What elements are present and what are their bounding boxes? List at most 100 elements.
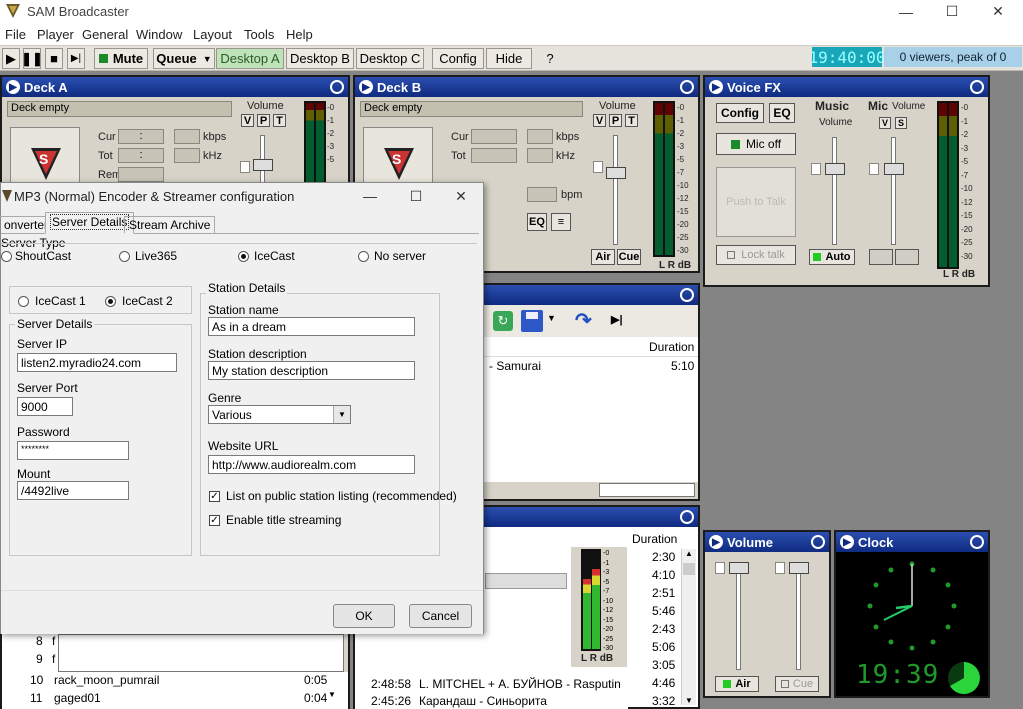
refresh-list-icon[interactable]: ↻ <box>493 311 513 331</box>
list-public-checkbox[interactable]: ✓ <box>209 491 220 502</box>
t-button[interactable]: T <box>625 114 638 127</box>
desktop-a-button[interactable]: Desktop A <box>216 48 284 69</box>
mic-cue-toggle[interactable] <box>895 249 919 265</box>
deck-b-air-button[interactable]: Air <box>591 249 615 265</box>
master-volume-slider-right[interactable] <box>789 562 809 574</box>
maximize-button[interactable]: ☐ <box>929 0 975 23</box>
ok-button[interactable]: OK <box>333 604 395 628</box>
refresh-icon[interactable] <box>811 535 825 549</box>
dialog-close-button[interactable]: ✕ <box>439 183 483 209</box>
master-volume-track-left[interactable] <box>736 564 741 670</box>
mic-volume-slider[interactable] <box>884 163 904 175</box>
pause-icon[interactable]: ❚❚ <box>21 48 43 69</box>
menu-general[interactable]: General <box>82 27 128 42</box>
refresh-icon[interactable] <box>680 288 694 302</box>
master-balance-left[interactable] <box>715 562 725 574</box>
music-balance[interactable] <box>811 163 821 175</box>
next-icon[interactable]: ▶| <box>67 48 85 69</box>
t-button[interactable]: T <box>273 114 286 127</box>
icecast-1-label[interactable]: IceCast 1 <box>35 294 86 308</box>
chevron-down-icon[interactable]: ▼ <box>547 313 556 323</box>
title-streaming-label[interactable]: Enable title streaming <box>226 513 341 527</box>
cancel-button[interactable]: Cancel <box>409 604 472 628</box>
refresh-icon[interactable] <box>680 510 694 524</box>
deck-b-cue-button[interactable]: Cue <box>617 249 641 265</box>
live365-label[interactable]: Live365 <box>135 249 177 263</box>
deck-a-volume-slider[interactable] <box>253 159 273 171</box>
radio-live365[interactable] <box>119 251 130 262</box>
mic-volume-track[interactable] <box>891 137 896 245</box>
chevron-down-icon[interactable]: ▼ <box>333 406 350 423</box>
save-icon[interactable] <box>521 310 543 332</box>
mute-button[interactable]: Mute <box>94 48 148 69</box>
queue-button[interactable]: Queue ▼ <box>153 48 215 69</box>
menu-window[interactable]: Window <box>136 27 182 42</box>
music-volume-track[interactable] <box>832 137 837 245</box>
refresh-icon[interactable] <box>970 80 984 94</box>
radio-icecast-2[interactable] <box>105 296 116 307</box>
scroll-down-icon[interactable]: ▼ <box>328 690 336 699</box>
genre-select[interactable]: Various ▼ <box>208 405 351 424</box>
shoutcast-label[interactable]: ShoutCast <box>15 249 71 263</box>
row-title[interactable]: L. MITCHEL + А. БУЙНОВ - Rasputin <box>419 677 621 691</box>
no-server-label[interactable]: No server <box>374 249 426 263</box>
skip-next-icon[interactable]: ▶| <box>611 313 623 326</box>
row-title[interactable]: rack_moon_pumrail <box>54 673 159 687</box>
icecast-2-label[interactable]: IceCast 2 <box>122 294 173 308</box>
refresh-icon[interactable] <box>680 80 694 94</box>
server-ip-input[interactable]: listen2.myradio24.com <box>17 353 177 372</box>
push-to-talk-button[interactable]: Push to Talk <box>716 167 796 237</box>
refresh-icon[interactable] <box>330 80 344 94</box>
row-title[interactable]: gaged01 <box>54 691 101 705</box>
list-public-label[interactable]: List on public station listing (recommen… <box>226 489 457 503</box>
auto-button[interactable]: Auto <box>809 249 855 265</box>
server-port-input[interactable]: 9000 <box>17 397 73 416</box>
redo-icon[interactable]: ↷ <box>575 308 592 333</box>
help-button[interactable]: ? <box>540 48 560 69</box>
p-button[interactable]: P <box>257 114 270 127</box>
refresh-icon[interactable] <box>970 535 984 549</box>
deck-b-balance[interactable] <box>593 161 603 173</box>
master-cue-button[interactable]: Cue <box>775 676 819 692</box>
title-streaming-checkbox[interactable]: ✓ <box>209 515 220 526</box>
dialog-maximize-button[interactable]: ☐ <box>393 183 439 209</box>
mic-off-button[interactable]: Mic off <box>716 133 796 155</box>
scroll-down-icon[interactable]: ▼ <box>682 696 696 705</box>
desktop-b-button[interactable]: Desktop B <box>286 48 354 69</box>
master-balance-right[interactable] <box>775 562 785 574</box>
v-button[interactable]: V <box>593 114 606 127</box>
website-url-input[interactable]: http://www.audiorealm.com <box>208 455 415 474</box>
station-name-input[interactable]: As in a dream <box>208 317 415 336</box>
duration-column-header[interactable]: Duration <box>632 532 677 546</box>
mic-air-toggle[interactable] <box>869 249 893 265</box>
tab-stream-archive[interactable]: Stream Archive <box>124 216 216 233</box>
voice-config-button[interactable]: Config <box>716 103 764 123</box>
mic-v-button[interactable]: V <box>879 117 891 129</box>
stop-icon[interactable]: ■ <box>45 48 63 69</box>
radio-icecast-1[interactable] <box>18 296 29 307</box>
play-icon[interactable]: ▶ <box>2 48 20 69</box>
v-button[interactable]: V <box>241 114 254 127</box>
radio-shoutcast[interactable] <box>1 251 12 262</box>
queue-scrollbar[interactable]: ▲ ▼ <box>681 549 696 705</box>
close-button[interactable]: ✕ <box>975 0 1021 23</box>
radio-icecast[interactable] <box>238 251 249 262</box>
radio-no-server[interactable] <box>358 251 369 262</box>
master-volume-slider-left[interactable] <box>729 562 749 574</box>
deck-b-volume-slider[interactable] <box>606 167 626 179</box>
voice-eq-button[interactable]: EQ <box>769 103 795 123</box>
deck-b-volume-track[interactable] <box>613 135 618 245</box>
hide-button[interactable]: Hide <box>486 48 532 69</box>
mic-s-button[interactable]: S <box>895 117 907 129</box>
mic-balance[interactable] <box>869 163 879 175</box>
row-title[interactable]: Карандаш - Синьорита <box>419 694 547 708</box>
minimize-button[interactable]: — <box>883 0 929 23</box>
music-volume-slider[interactable] <box>825 163 845 175</box>
config-button[interactable]: Config <box>432 48 484 69</box>
password-input[interactable]: ******** <box>17 441 129 460</box>
scroll-thumb[interactable] <box>683 563 695 575</box>
p-button[interactable]: P <box>609 114 622 127</box>
deck-b-options-icon[interactable]: ≡ <box>551 213 571 231</box>
dialog-minimize-button[interactable]: — <box>347 183 393 209</box>
icecast-label[interactable]: IceCast <box>254 249 295 263</box>
